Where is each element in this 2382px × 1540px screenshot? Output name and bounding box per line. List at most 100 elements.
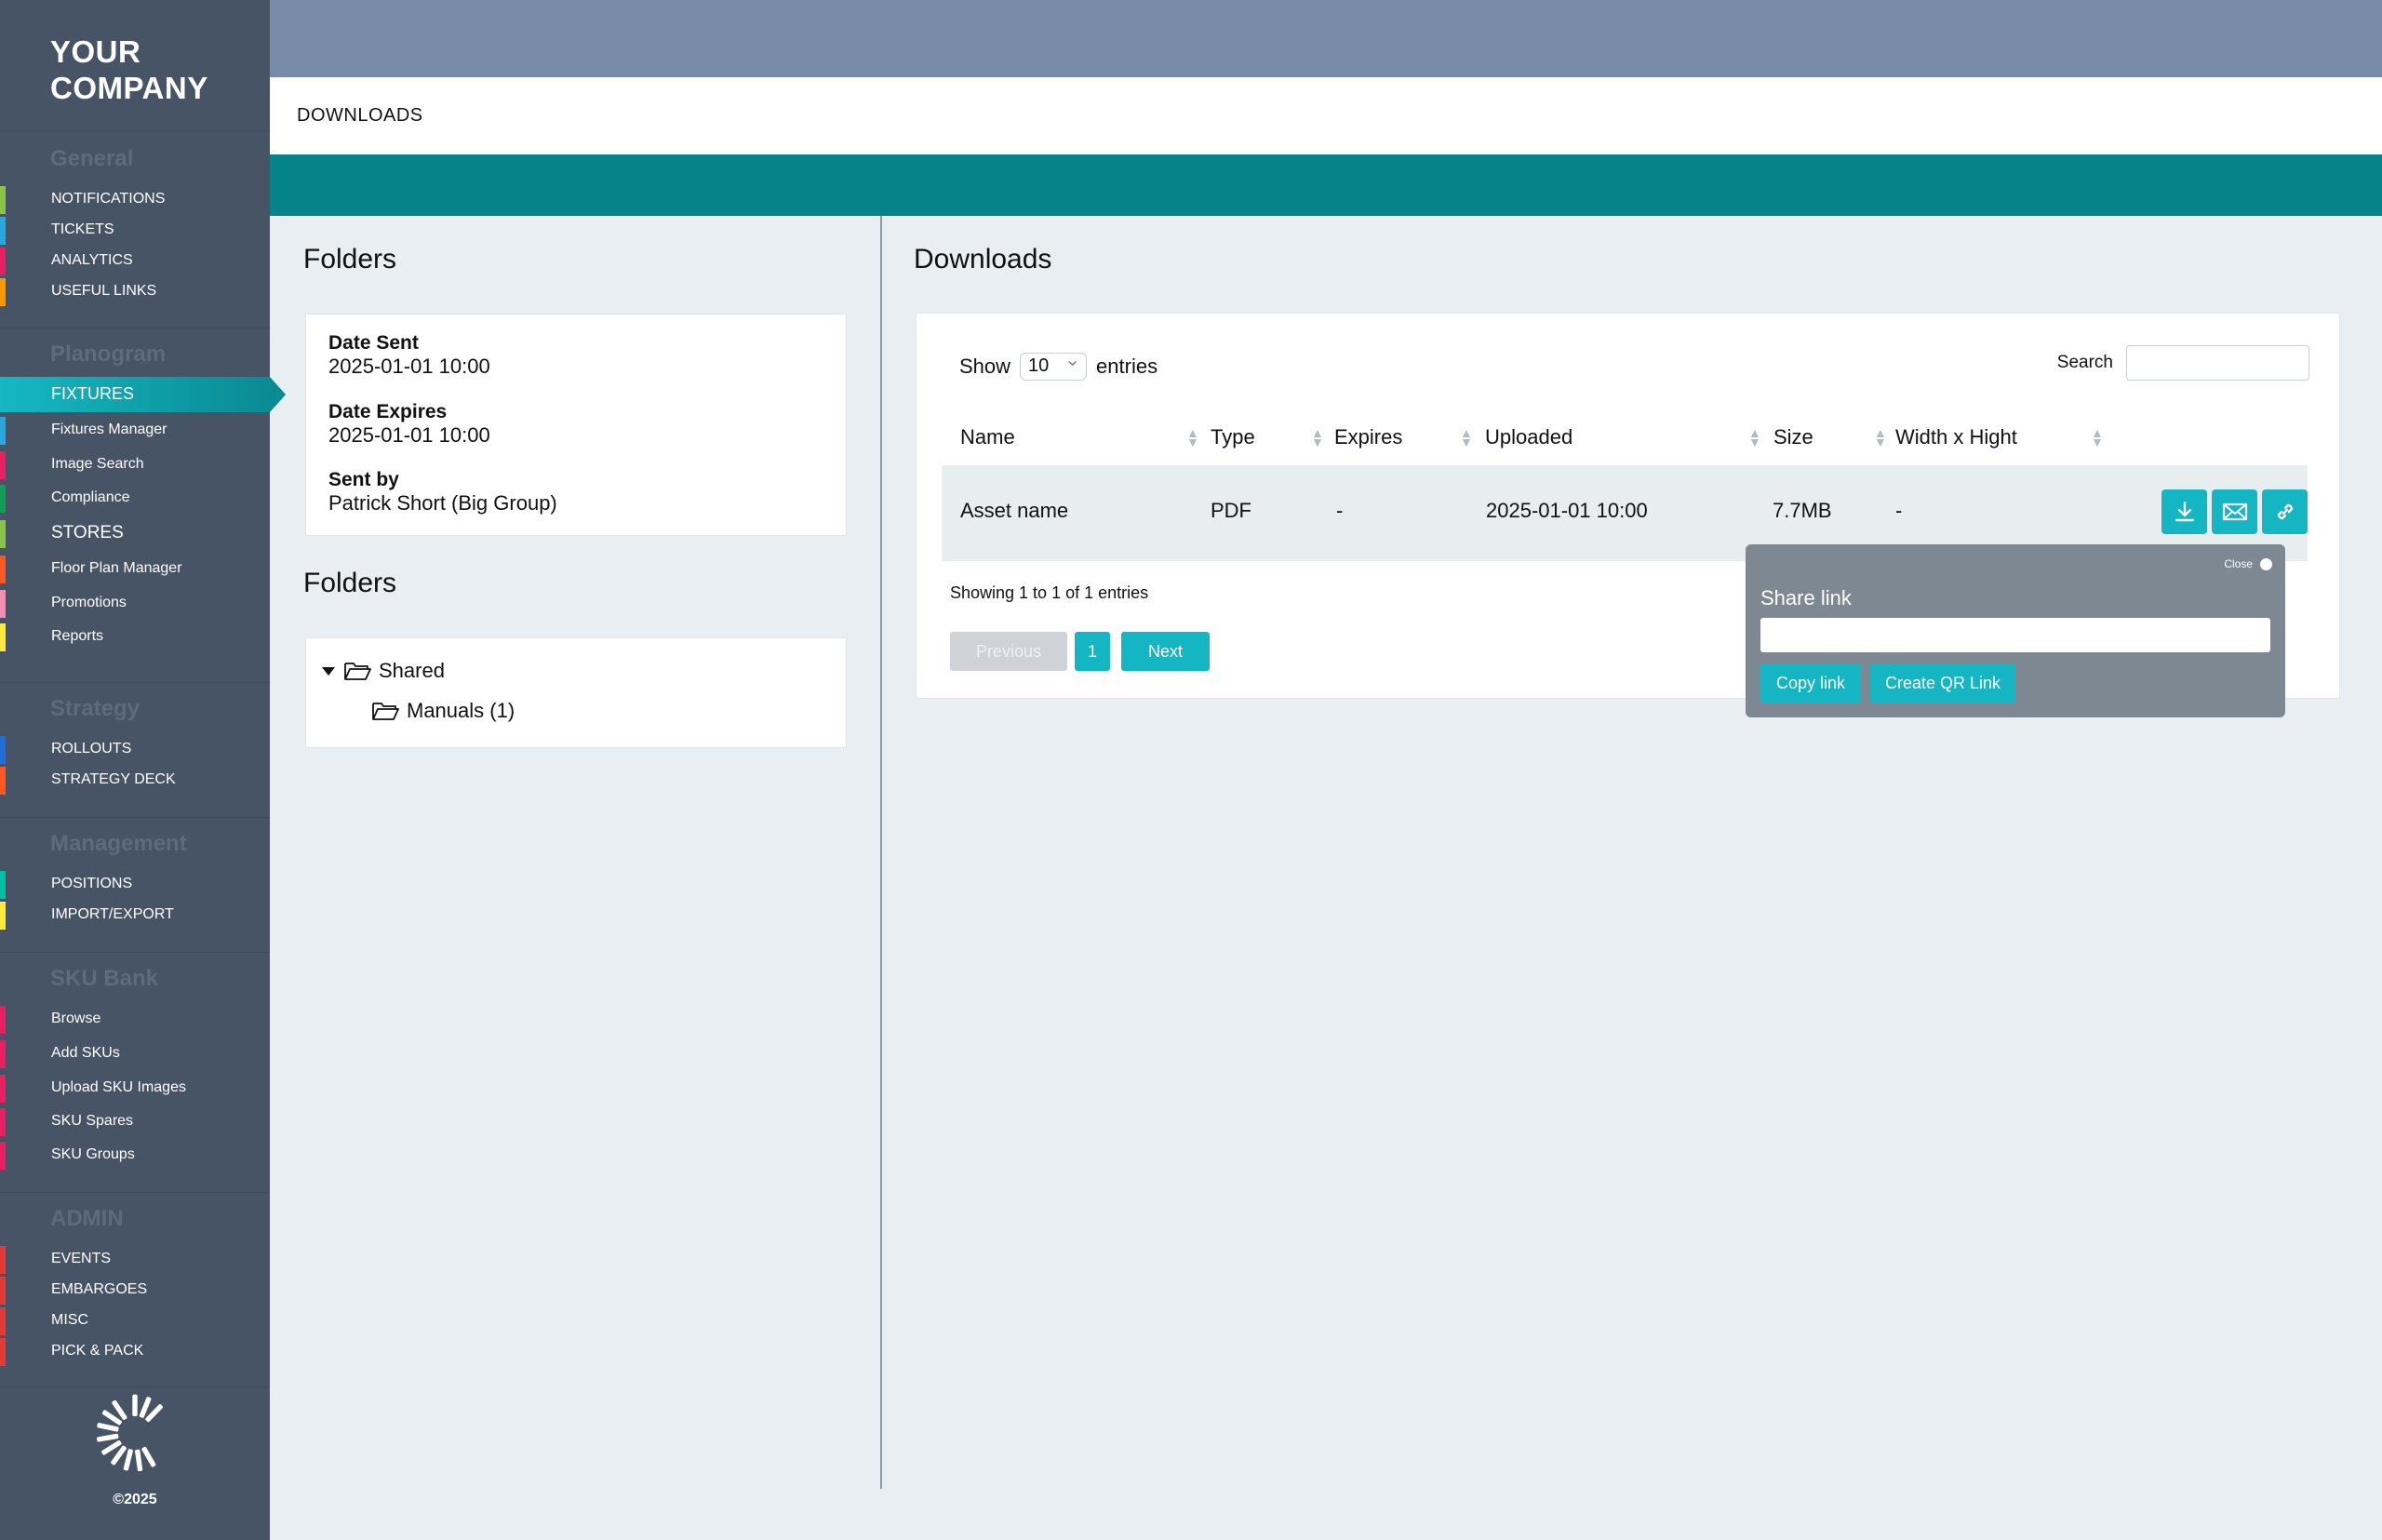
sort-icon[interactable]: ▲ ▼ xyxy=(1186,426,1199,449)
sidebar-color-marker xyxy=(0,520,6,548)
accent-bar xyxy=(270,154,2382,216)
sidebar-item-label: Add SKUs xyxy=(51,1045,120,1061)
pagination-next-button[interactable]: Next xyxy=(1121,632,1210,671)
copy-link-button[interactable]: Copy link xyxy=(1760,663,1861,703)
sidebar-item-promotions[interactable]: Promotions xyxy=(0,590,270,618)
cell-dimensions: - xyxy=(1895,499,1903,522)
copyright-text: ©2025 xyxy=(113,1492,157,1507)
sidebar-item-fixtures[interactable]: FIXTURES xyxy=(0,377,286,412)
sort-icon[interactable]: ▲ ▼ xyxy=(1311,426,1324,449)
sidebar-item-floor-plan-manager[interactable]: Floor Plan Manager xyxy=(0,556,270,583)
sidebar-item-embargoes[interactable]: EMBARGOES xyxy=(0,1277,270,1305)
column-header-type[interactable]: Type xyxy=(1211,425,1255,449)
sidebar-color-marker xyxy=(0,1075,6,1103)
sort-icon[interactable]: ▲ ▼ xyxy=(1874,426,1887,449)
tree-folder-shared[interactable]: Shared xyxy=(321,659,445,683)
caret-down-icon[interactable] xyxy=(321,665,336,676)
download-details-card: Date Sent 2025-01-01 10:00 Date Expires … xyxy=(305,314,847,536)
share-link-input[interactable] xyxy=(1760,618,2270,652)
sidebar-item-label: Promotions xyxy=(51,595,127,610)
column-header-expires[interactable]: Expires xyxy=(1334,425,1402,449)
entries-select[interactable]: 10 xyxy=(1020,348,1088,381)
sort-icon[interactable]: ▲ ▼ xyxy=(2091,426,2104,449)
sidebar-item-compliance[interactable]: Compliance xyxy=(0,485,270,513)
sort-icon[interactable]: ▲ ▼ xyxy=(1460,426,1473,449)
sidebar-item-stores[interactable]: STORES xyxy=(0,520,270,548)
sent-by-label: Sent by xyxy=(328,469,399,490)
sidebar-color-marker xyxy=(0,767,6,795)
pagination-previous-button[interactable]: Previous xyxy=(950,632,1067,671)
date-expires-label: Date Expires xyxy=(328,401,448,422)
logo-line-2: COMPANY xyxy=(50,71,208,105)
sidebar-item-browse[interactable]: Browse xyxy=(0,1006,270,1034)
sidebar-item-positions[interactable]: POSITIONS xyxy=(0,871,270,899)
company-logo[interactable]: YOUR COMPANY xyxy=(0,0,270,131)
email-button[interactable] xyxy=(2212,489,2257,534)
download-button[interactable] xyxy=(2161,489,2207,534)
search-input[interactable] xyxy=(2126,345,2309,381)
sidebar-item-label: SKU Groups xyxy=(51,1146,135,1162)
nav-section-title: Management xyxy=(50,831,187,856)
date-sent-label: Date Sent xyxy=(328,332,419,354)
column-header-uploaded[interactable]: Uploaded xyxy=(1485,425,1572,449)
sidebar-item-import-export[interactable]: IMPORT/EXPORT xyxy=(0,902,270,930)
sidebar-item-label: FIXTURES xyxy=(51,384,135,403)
sidebar-item-rollouts[interactable]: ROLLOUTS xyxy=(0,736,270,764)
link-icon xyxy=(2277,503,2293,520)
sidebar-item-notifications[interactable]: NOTIFICATIONS xyxy=(0,186,270,214)
tree-folder-label: Manuals (1) xyxy=(407,699,515,722)
popover-close-button[interactable]: Close xyxy=(2224,557,2272,570)
tree-folder-manuals[interactable]: Manuals (1) xyxy=(371,699,515,723)
sidebar-item-label: Reports xyxy=(51,628,104,644)
sidebar-item-label: ROLLOUTS xyxy=(51,741,132,757)
date-expires-value: 2025-01-01 10:00 xyxy=(328,423,490,447)
sidebar-item-label: NOTIFICATIONS xyxy=(51,191,166,207)
sidebar-item-fixtures-manager[interactable]: Fixtures Manager xyxy=(0,417,270,445)
sidebar-item-analytics[interactable]: ANALYTICS xyxy=(0,248,270,275)
sidebar-item-strategy-deck[interactable]: STRATEGY DECK xyxy=(0,767,270,795)
sidebar-color-marker xyxy=(0,1006,6,1034)
sidebar-item-label: USEFUL LINKS xyxy=(51,283,157,299)
sidebar-item-reports[interactable]: Reports xyxy=(0,623,270,651)
pagination-page-1[interactable]: 1 xyxy=(1075,632,1110,671)
sidebar-item-pick-and-pack[interactable]: PICK & PACK xyxy=(0,1338,270,1366)
sidebar-color-marker xyxy=(0,248,6,275)
date-sent-value: 2025-01-01 10:00 xyxy=(328,355,490,378)
sidebar-item-events[interactable]: EVENTS xyxy=(0,1246,270,1274)
column-header-name[interactable]: Name xyxy=(960,425,1015,449)
close-label: Close xyxy=(2224,557,2253,570)
nav-section-management: Management POSITIONS IMPORT/EXPORT xyxy=(0,818,270,953)
sidebar-color-marker xyxy=(0,485,6,513)
email-icon xyxy=(2222,502,2247,521)
close-dot-icon[interactable] xyxy=(2260,557,2272,570)
sidebar-item-upload-sku-images[interactable]: Upload SKU Images xyxy=(0,1075,270,1103)
nav-section-general: General NOTIFICATIONS TICKETS ANALYTICS … xyxy=(0,131,270,328)
show-label: Show xyxy=(959,355,1011,378)
nav-section-admin: ADMIN EVENTS EMBARGOES MISC PICK & PACK xyxy=(0,1193,270,1387)
nav-section-sku-bank: SKU Bank Browse Add SKUs Upload SKU Imag… xyxy=(0,953,270,1193)
sidebar-item-add-skus[interactable]: Add SKUs xyxy=(0,1040,270,1068)
sidebar-item-label: PICK & PACK xyxy=(51,1343,144,1359)
sidebar-footer: ©2025 xyxy=(0,1386,270,1508)
top-banner xyxy=(270,0,2382,77)
folder-open-icon xyxy=(372,703,399,720)
sort-icon[interactable]: ▲ ▼ xyxy=(1748,426,1761,449)
sidebar-item-sku-spares[interactable]: SKU Spares xyxy=(0,1108,270,1136)
column-header-size[interactable]: Size xyxy=(1773,425,1813,449)
sidebar-item-useful-links[interactable]: USEFUL LINKS xyxy=(0,278,270,306)
create-qr-link-button[interactable]: Create QR Link xyxy=(1870,663,2015,703)
column-header-dimensions[interactable]: Width x Hight xyxy=(1895,425,2017,449)
sidebar-item-tickets[interactable]: TICKETS xyxy=(0,217,270,245)
nav-section-title: Strategy xyxy=(50,696,141,721)
share-link-button[interactable] xyxy=(2262,489,2308,534)
search-label: Search xyxy=(2056,353,2113,372)
sidebar-item-sku-groups[interactable]: SKU Groups xyxy=(0,1142,270,1170)
share-link-popover: Close Share link Copy link Create QR Lin… xyxy=(1746,544,2285,717)
sidebar-item-misc[interactable]: MISC xyxy=(0,1307,270,1335)
sidebar-color-marker xyxy=(0,871,6,899)
sidebar-color-marker xyxy=(0,217,6,245)
nav-section-title: SKU Bank xyxy=(50,966,159,991)
sidebar-item-label: Floor Plan Manager xyxy=(51,560,182,576)
sidebar-item-image-search[interactable]: Image Search xyxy=(0,451,270,479)
sidebar-color-marker xyxy=(0,556,6,583)
